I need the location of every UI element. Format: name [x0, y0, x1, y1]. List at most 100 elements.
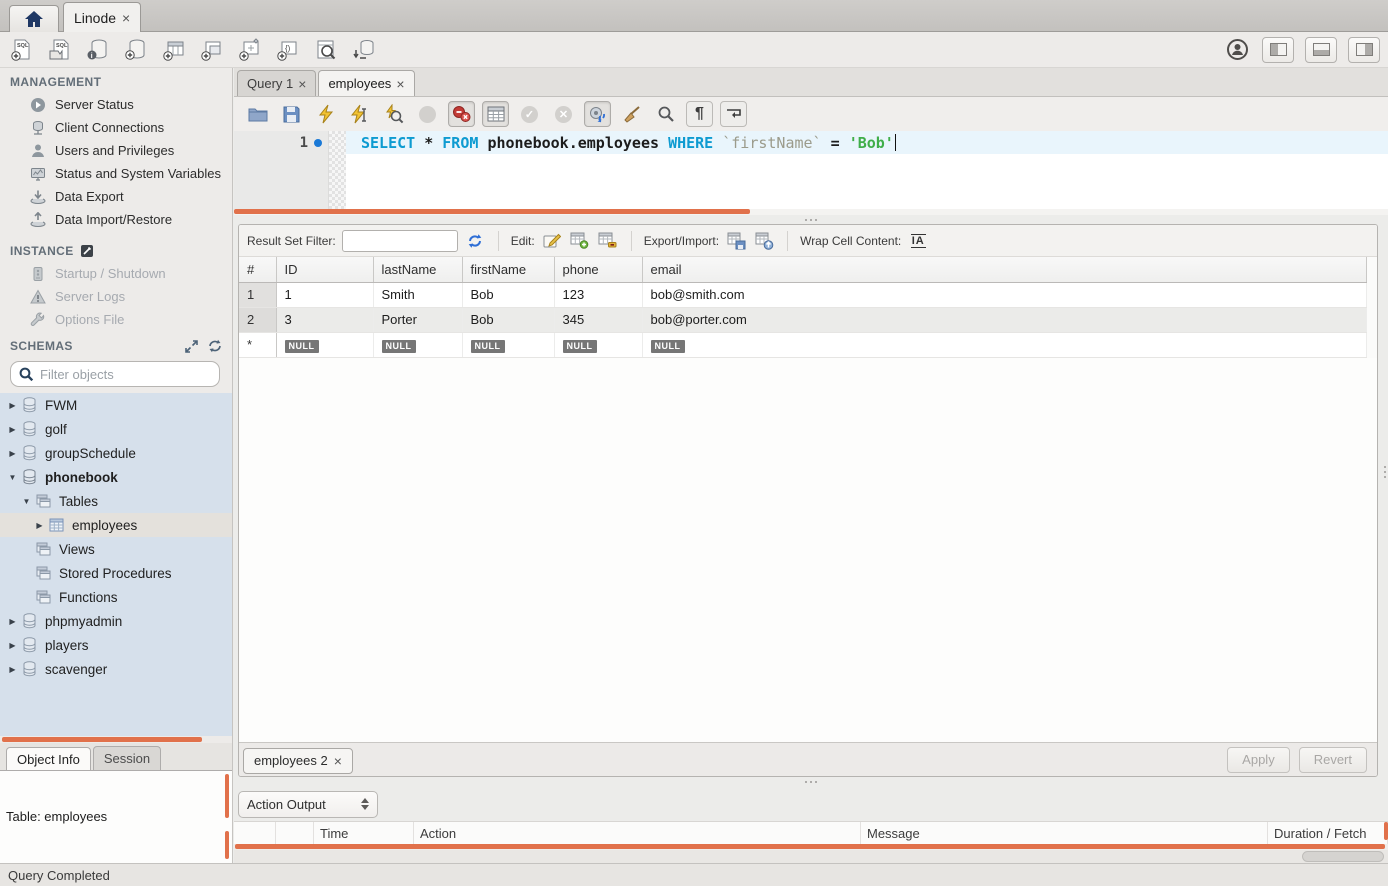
schema-filter-box[interactable] — [10, 361, 220, 387]
result-output-splitter[interactable] — [234, 777, 1388, 787]
expand-schemas-icon[interactable] — [185, 340, 198, 353]
tree-item-schema[interactable]: ▶ golf — [0, 417, 232, 441]
close-icon[interactable]: × — [396, 76, 404, 92]
cell[interactable]: bob@porter.com — [642, 307, 1367, 332]
cell[interactable]: Smith — [373, 282, 462, 307]
export-recordset-icon[interactable] — [725, 231, 747, 251]
chevron-right-icon[interactable]: ▶ — [33, 521, 46, 530]
sql-editor[interactable]: 1 SELECT * FROM phonebook.employees WHER… — [234, 131, 1388, 209]
delete-row-icon[interactable] — [597, 231, 619, 251]
beautify-icon[interactable] — [618, 101, 645, 127]
tab-employees[interactable]: employees × — [318, 70, 414, 96]
close-icon[interactable]: × — [298, 76, 306, 92]
toggle-output-area-button[interactable] — [1305, 37, 1337, 63]
column-header[interactable]: ID — [276, 257, 373, 282]
tab-session[interactable]: Session — [93, 746, 161, 770]
chevron-right-icon[interactable]: ▶ — [6, 641, 19, 650]
limit-rows-icon[interactable] — [482, 101, 509, 127]
close-icon[interactable]: × — [334, 753, 342, 769]
stop-icon[interactable] — [414, 101, 441, 127]
tree-item-views-folder[interactable]: Views — [0, 537, 232, 561]
home-tab[interactable] — [9, 5, 59, 32]
cell[interactable]: NULL — [276, 332, 373, 357]
output-selector[interactable]: Action Output — [238, 791, 378, 818]
sidebar-item-client-connections[interactable]: Client Connections — [0, 116, 232, 139]
output-column-time[interactable]: Time — [314, 822, 414, 844]
new-query-tab-icon[interactable]: SQL — [8, 36, 35, 63]
sidebar-item-data-import[interactable]: Data Import/Restore — [0, 208, 232, 231]
tree-item-tables-folder[interactable]: ▼ Tables — [0, 489, 232, 513]
sidebar-item-server-status[interactable]: Server Status — [0, 93, 232, 116]
instance-actions-icon[interactable] — [80, 244, 94, 258]
user-badge-icon[interactable] — [1224, 36, 1251, 63]
sidebar-item-users-privileges[interactable]: Users and Privileges — [0, 139, 232, 162]
new-view-icon[interactable] — [198, 36, 225, 63]
sidebar-horizontal-scrollbar[interactable] — [2, 737, 202, 742]
chevron-right-icon[interactable]: ▶ — [6, 401, 19, 410]
execute-icon[interactable] — [312, 101, 339, 127]
tab-query-1[interactable]: Query 1 × — [237, 70, 316, 96]
new-table-icon[interactable] — [160, 36, 187, 63]
close-icon[interactable]: × — [122, 10, 130, 26]
sidebar-item-data-export[interactable]: Data Export — [0, 185, 232, 208]
tree-item-schema[interactable]: ▶ scavenger — [0, 657, 232, 681]
toggle-secondary-sidebar-button[interactable] — [1348, 37, 1380, 63]
tree-item-schema[interactable]: ▶ groupSchedule — [0, 441, 232, 465]
new-procedure-icon[interactable] — [236, 36, 263, 63]
wrap-cell-content-icon[interactable]: IA — [907, 231, 929, 251]
tab-object-info[interactable]: Object Info — [6, 747, 91, 771]
output-column-action[interactable]: Action — [414, 822, 861, 844]
tree-item-table-employees[interactable]: ▶ employees — [0, 513, 232, 537]
show-invisibles-icon[interactable]: ¶ — [686, 101, 713, 127]
rollback-icon[interactable]: ✕ — [550, 101, 577, 127]
explain-icon[interactable] — [380, 101, 407, 127]
wrap-text-icon[interactable] — [720, 101, 747, 127]
editor-horizontal-scrollbar[interactable] — [234, 209, 750, 214]
cell[interactable]: NULL — [462, 332, 554, 357]
table-row[interactable]: 1 1 Smith Bob 123 bob@smith.com — [239, 282, 1367, 307]
sidebar-item-status-system-variables[interactable]: Status and System Variables — [0, 162, 232, 185]
cell[interactable]: NULL — [554, 332, 642, 357]
execute-current-statement-icon[interactable] — [346, 101, 373, 127]
cell[interactable]: 345 — [554, 307, 642, 332]
data-transfer-icon[interactable] — [350, 36, 377, 63]
find-icon[interactable] — [652, 101, 679, 127]
chevron-right-icon[interactable]: ▶ — [6, 449, 19, 458]
tree-item-functions-folder[interactable]: Functions — [0, 585, 232, 609]
cell[interactable]: NULL — [642, 332, 1367, 357]
open-sql-script-icon[interactable]: SQL — [46, 36, 73, 63]
tree-item-schema[interactable]: ▶ phpmyadmin — [0, 609, 232, 633]
chevron-right-icon[interactable]: ▶ — [6, 425, 19, 434]
right-panel-splitter[interactable] — [1384, 466, 1386, 478]
chevron-down-icon[interactable]: ▼ — [6, 473, 19, 482]
output-column-duration[interactable]: Duration / Fetch — [1268, 822, 1388, 844]
cell[interactable]: bob@smith.com — [642, 282, 1367, 307]
tree-item-schema-phonebook[interactable]: ▼ phonebook — [0, 465, 232, 489]
connection-tab[interactable]: Linode × — [63, 2, 141, 32]
cell[interactable]: 1 — [276, 282, 373, 307]
object-info-scrollbar[interactable] — [225, 774, 229, 818]
cell[interactable]: 123 — [554, 282, 642, 307]
sidebar-item-startup-shutdown[interactable]: Startup / Shutdown — [0, 262, 232, 285]
edit-record-icon[interactable] — [541, 231, 563, 251]
cell[interactable]: 3 — [276, 307, 373, 332]
apply-button[interactable]: Apply — [1227, 747, 1290, 773]
code-area[interactable]: SELECT * FROM phonebook.employees WHERE … — [346, 131, 1388, 209]
output-vertical-scrollbar[interactable] — [1384, 822, 1388, 840]
chevron-right-icon[interactable]: ▶ — [6, 665, 19, 674]
tree-item-schema[interactable]: ▶ FWM — [0, 393, 232, 417]
result-filter-input[interactable] — [342, 230, 458, 252]
insert-row-icon[interactable] — [569, 231, 591, 251]
tree-item-schema[interactable]: ▶ players — [0, 633, 232, 657]
commit-icon[interactable]: ✓ — [516, 101, 543, 127]
database-info-icon[interactable]: i — [84, 36, 111, 63]
selector-spinner-icon[interactable] — [361, 798, 369, 810]
column-header[interactable]: email — [642, 257, 1367, 282]
chevron-right-icon[interactable]: ▶ — [6, 617, 19, 626]
save-script-icon[interactable] — [278, 101, 305, 127]
open-script-icon[interactable] — [244, 101, 271, 127]
table-inspector-icon[interactable] — [312, 36, 339, 63]
column-header[interactable]: # — [239, 257, 276, 282]
add-database-icon[interactable] — [122, 36, 149, 63]
column-header[interactable]: lastName — [373, 257, 462, 282]
